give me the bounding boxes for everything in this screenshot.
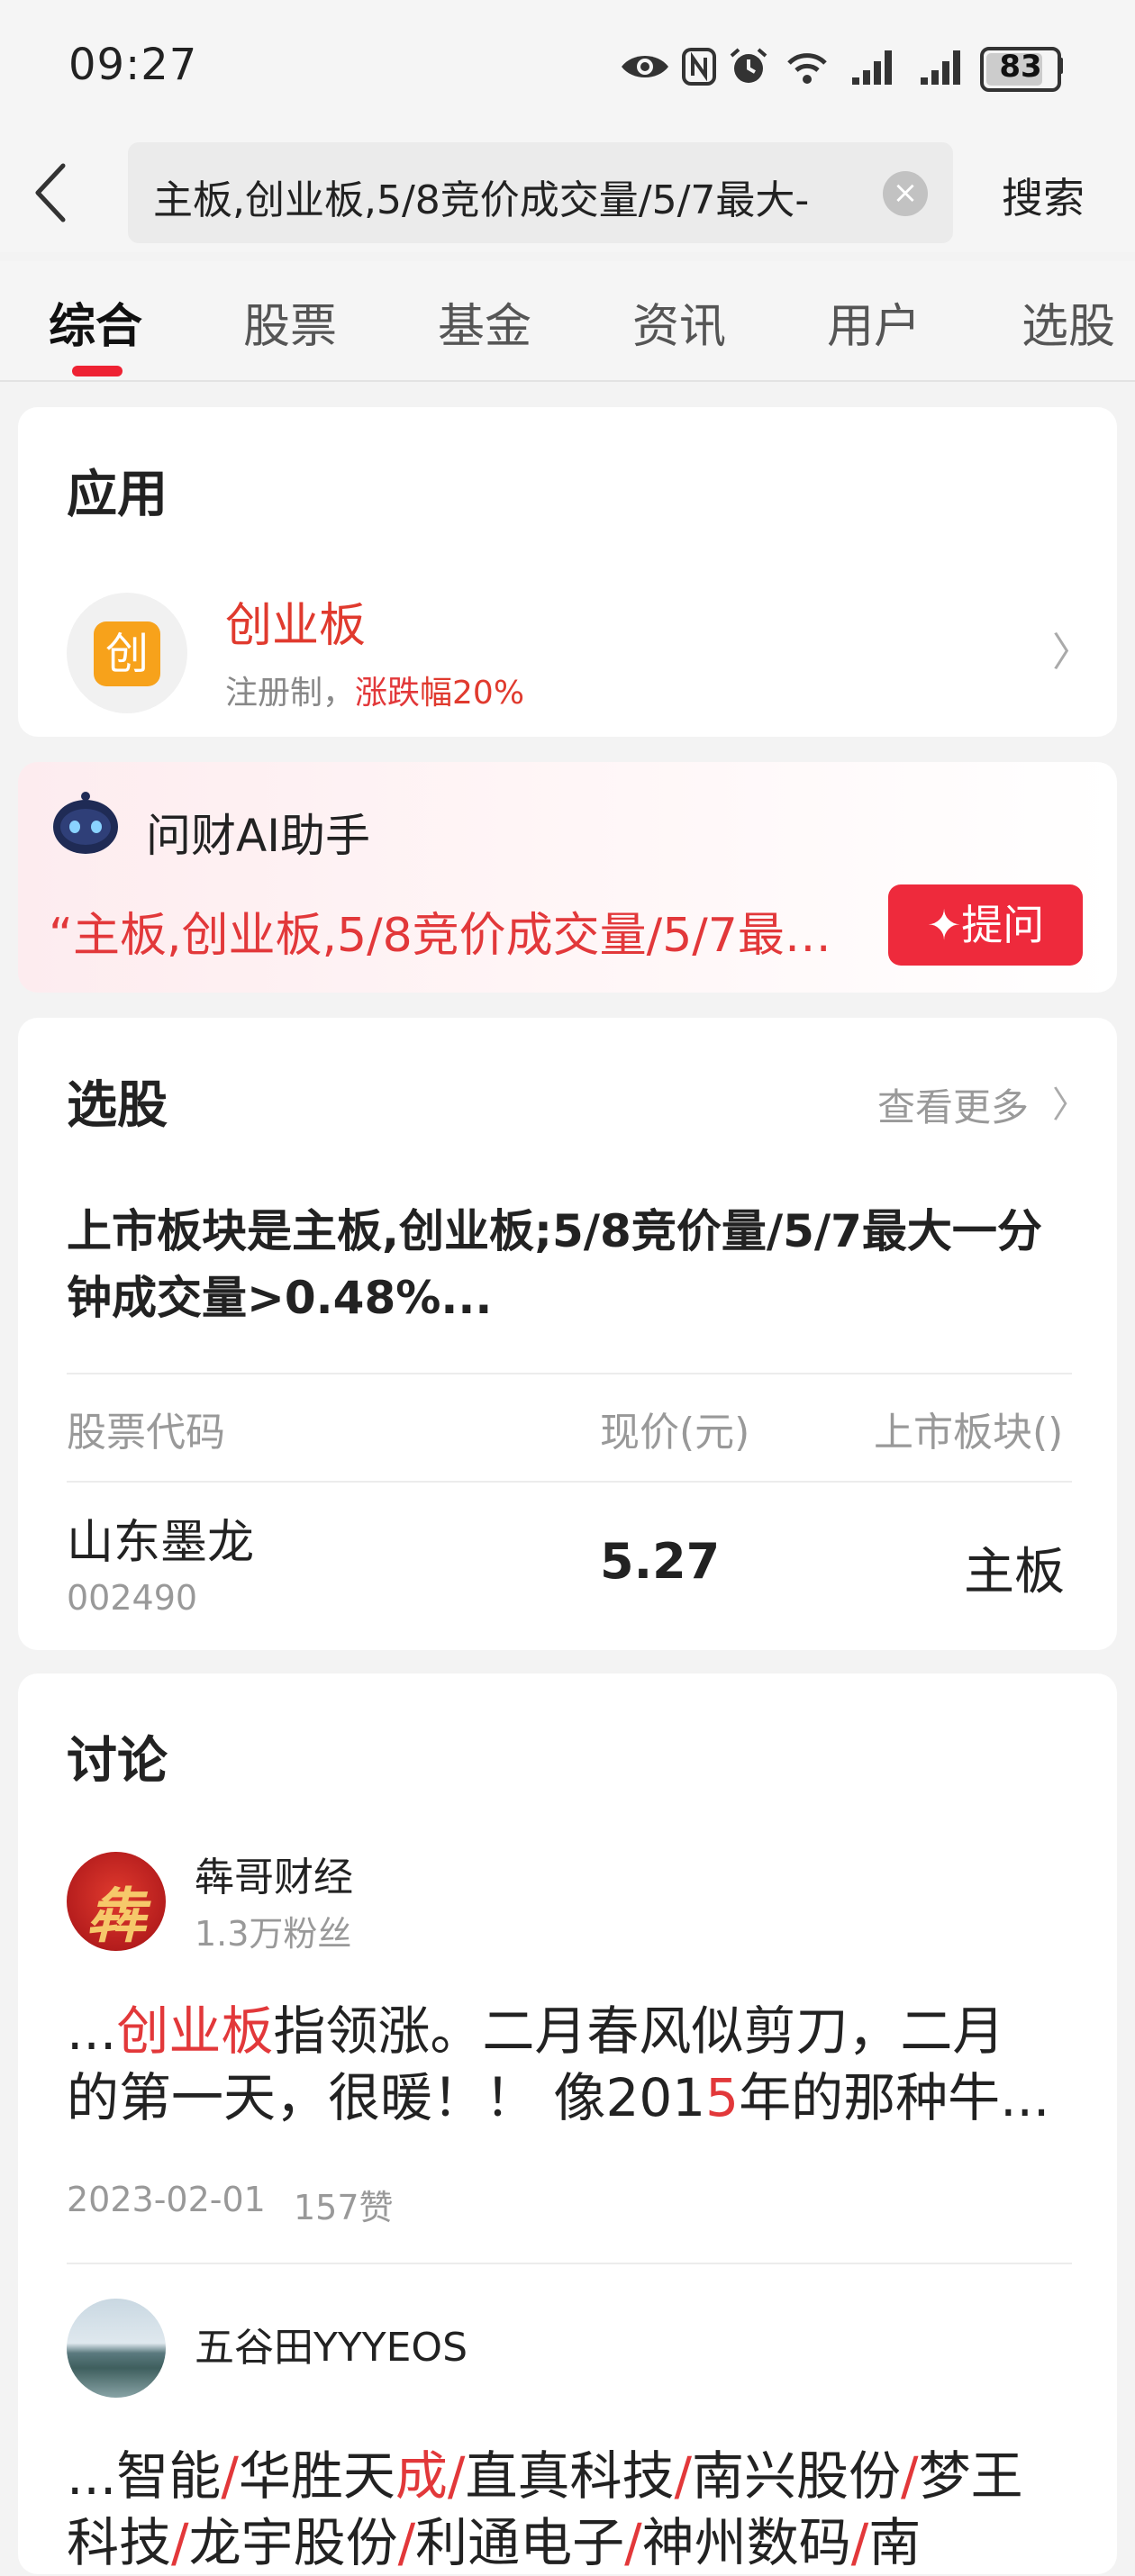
author-avatar[interactable]: 犇 [67,1852,166,1951]
post-text[interactable]: ...智能/华胜天成/直真科技/南兴股份/梦王 科技/龙宇股份/利通电子/神州数… [67,2443,1076,2576]
alarm-icon [730,48,767,83]
author-fans: 1.3万粉丝 [195,1914,352,1954]
tab-comprehensive[interactable]: 综合 [49,288,142,356]
ai-suggested-question[interactable]: “主板,创业板,5/8竞价成交量/5/7最… [49,897,850,965]
tab-users[interactable]: 用户 [827,288,921,356]
divider [67,1373,1072,1374]
stock-name: 山东墨龙 [67,1516,255,1570]
column-header-board: 上市板块() [874,1410,1064,1456]
tab-funds[interactable]: 基金 [438,288,531,356]
ask-button[interactable]: ✦提问 [888,884,1083,966]
stock-board: 主板 [964,1543,1065,1601]
battery-tip [1058,58,1063,74]
chevron-right-icon: 〉 [1052,630,1092,676]
post-date: 2023-02-01 [67,2180,266,2219]
signal-icon [852,50,892,85]
tab-stock-picker[interactable]: 选股 [1022,288,1115,356]
divider [67,2263,1072,2264]
nfc-icon [682,48,716,86]
battery-icon: 83 [980,47,1061,92]
discussion-title: 讨论 [67,1732,168,1791]
stock-select-title: 选股 [67,1076,168,1135]
active-tab-indicator [72,366,123,376]
tab-stocks[interactable]: 股票 [243,288,337,356]
battery-level: 83 [999,49,1042,85]
column-header-price: 现价(元) [600,1410,750,1456]
column-header-code: 股票代码 [67,1410,225,1456]
stock-code: 002490 [67,1578,198,1618]
app-section-title: 应用 [67,466,168,524]
tab-bar [0,261,1135,382]
signal-icon-2 [921,50,960,85]
chevron-right-icon[interactable]: 〉 [1052,1075,1088,1128]
ai-assistant-title: 问财AI助手 [146,810,370,862]
wifi-icon [787,53,827,84]
clear-icon[interactable]: × [883,171,928,216]
stock-price: 5.27 [600,1533,721,1590]
search-button[interactable]: 搜索 [1002,166,1085,225]
eye-icon [622,56,668,77]
status-time: 09:27 [68,40,198,90]
chinext-app-icon: 创 [94,621,160,686]
app-name: 创业板 [225,599,367,653]
stock-criteria[interactable]: 上市板块是主板,创业板;5/8竞价量/5/7最大一分钟成交量>0.48%... [67,1198,1076,1331]
post-likes: 157赞 [294,2188,394,2227]
app-description: 注册制，涨跌幅20% [225,675,525,712]
search-input[interactable]: 主板,创业板,5/8竞价成交量/5/7最大- [153,168,847,225]
author-name[interactable]: 犇哥财经 [195,1845,353,1902]
back-arrow-icon[interactable] [32,162,68,223]
author-name[interactable]: 五谷田YYYEOS [195,2315,468,2372]
author-avatar[interactable] [67,2299,166,2398]
avatar-glyph: 犇 [86,1882,146,1951]
robot-icon [53,792,118,854]
post-text[interactable]: ...创业板指领涨。二月春风似剪刀，二月 的第一天，很暖！！ 像2015年的那种… [67,1998,1076,2131]
tab-news[interactable]: 资讯 [632,288,726,356]
view-more-link[interactable]: 查看更多 [877,1077,1029,1132]
